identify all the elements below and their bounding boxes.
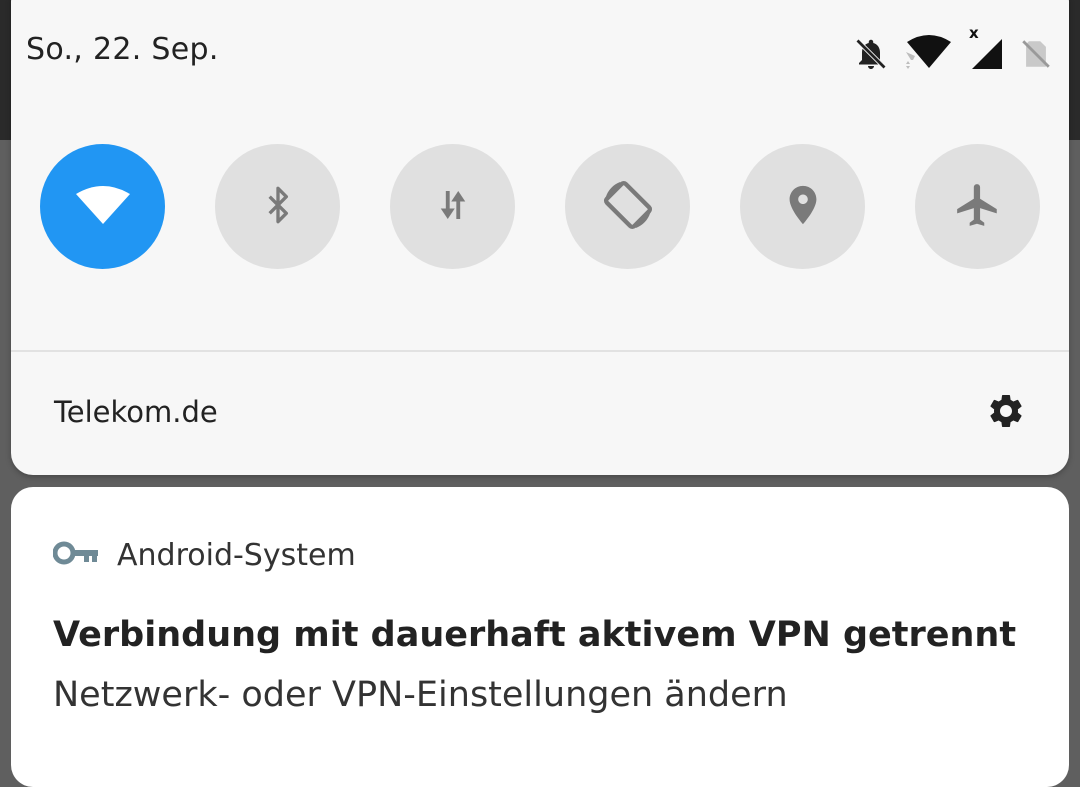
- airplane-icon: [953, 180, 1003, 234]
- gear-icon: [986, 391, 1026, 435]
- location-pin-icon: [780, 180, 826, 234]
- app-name: Android-System: [117, 537, 356, 573]
- date-text[interactable]: So., 22. Sep.: [26, 32, 219, 67]
- vpn-notification[interactable]: Android-System Verbindung mit dauerhaft …: [11, 487, 1069, 787]
- quick-settings-tiles: [40, 144, 1040, 270]
- tile-airplane-mode[interactable]: [915, 144, 1040, 269]
- notification-header: Android-System: [52, 535, 356, 575]
- bluetooth-icon: [258, 181, 298, 233]
- tile-auto-rotate[interactable]: [565, 144, 690, 269]
- tile-location[interactable]: [740, 144, 865, 269]
- cell-badge: x: [969, 24, 979, 42]
- divider: [11, 350, 1069, 352]
- no-sim-icon: [1019, 36, 1053, 72]
- notification-text: Netzwerk- oder VPN-Einstellungen ändern: [53, 675, 788, 715]
- tile-bluetooth[interactable]: [215, 144, 340, 269]
- data-transfer-icon: [432, 181, 474, 233]
- carrier-name: Telekom.de: [54, 395, 218, 429]
- tile-mobile-data[interactable]: [390, 144, 515, 269]
- notification-title: Verbindung mit dauerhaft aktivem VPN get…: [53, 615, 1017, 655]
- status-bar: So., 22. Sep. x: [11, 20, 1069, 84]
- tile-wifi[interactable]: [40, 144, 165, 269]
- settings-button[interactable]: [984, 391, 1028, 435]
- notifications-off-icon: [853, 36, 889, 72]
- wifi-icon: [903, 34, 955, 74]
- status-icons: x: [853, 24, 1053, 74]
- vpn-key-icon: [52, 540, 99, 570]
- wifi-icon: [74, 184, 132, 230]
- screen-rotation-icon: [599, 176, 657, 238]
- cell-signal-icon: x: [969, 24, 1005, 72]
